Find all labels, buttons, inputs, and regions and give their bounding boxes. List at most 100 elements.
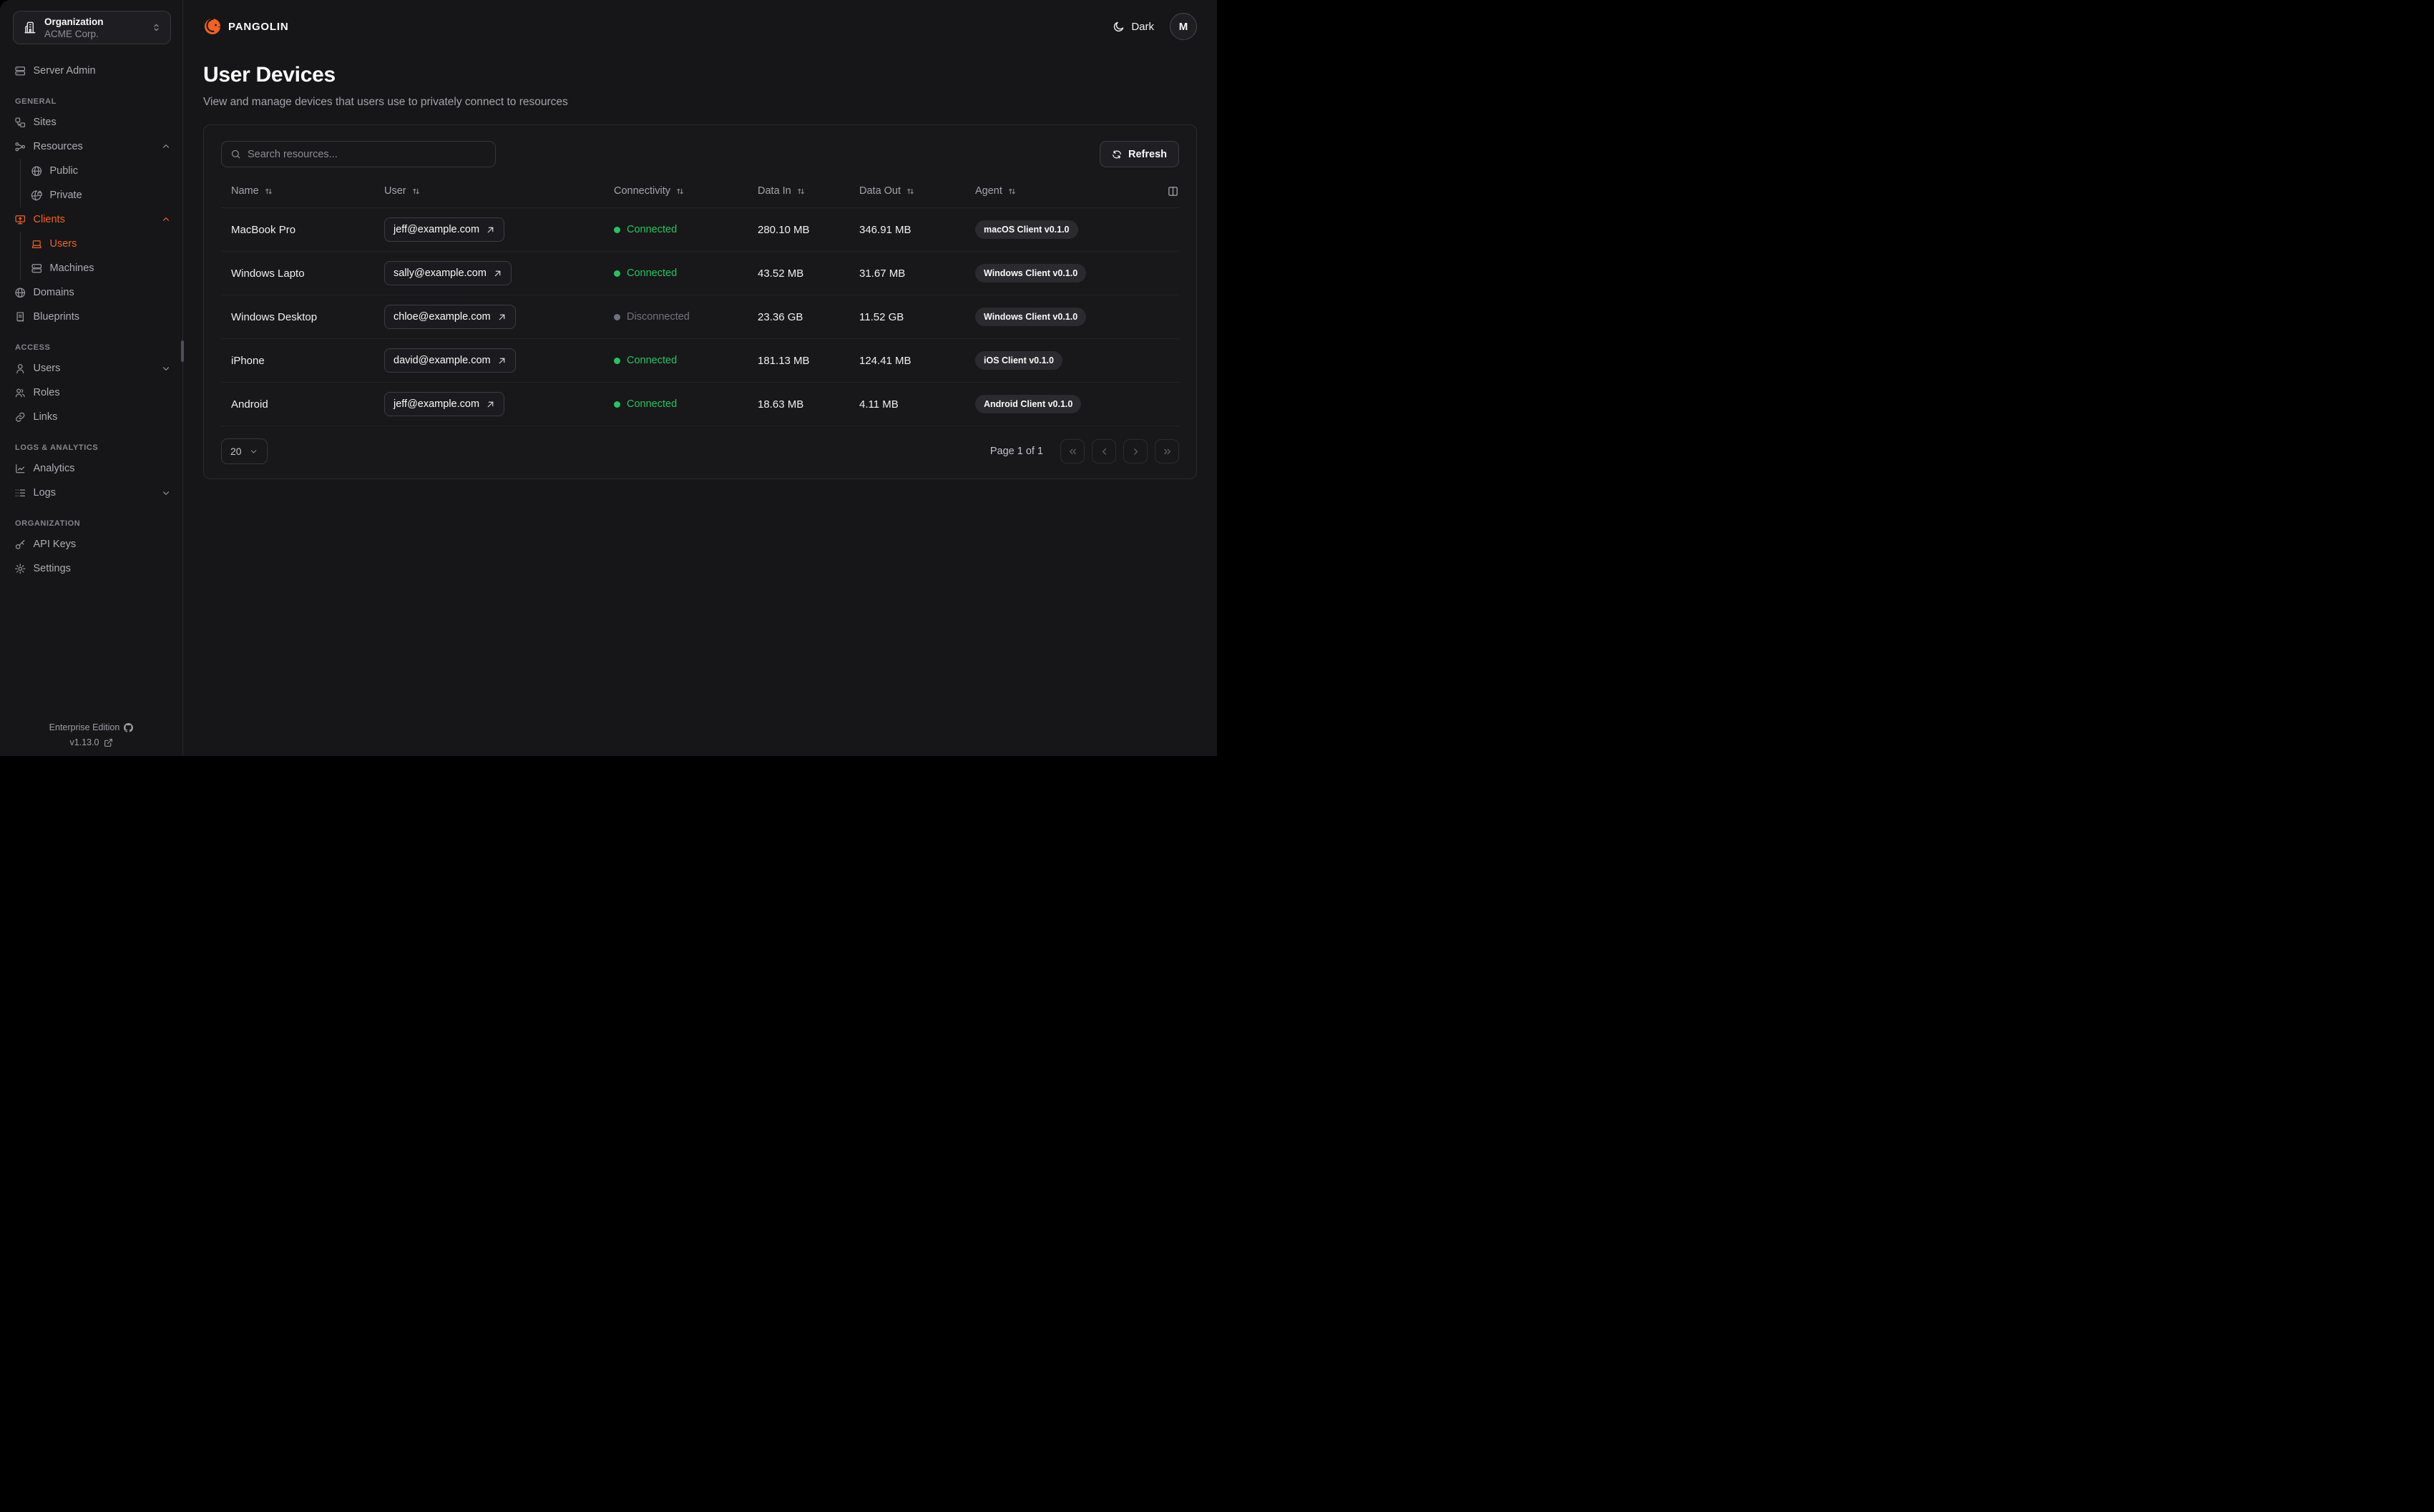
brand-name: PANGOLIN: [228, 20, 289, 33]
column-header-data-out[interactable]: Data Out: [859, 185, 975, 197]
sidebar-item-label: Users: [33, 363, 61, 374]
version-link[interactable]: v1.13.0: [69, 737, 112, 747]
sidebar-item-api-keys[interactable]: API Keys: [0, 532, 182, 556]
user-link-button[interactable]: sally@example.com: [384, 261, 512, 285]
sidebar-item-label: Resources: [33, 141, 83, 152]
page-size-select[interactable]: 20: [221, 438, 268, 464]
column-header-connectivity[interactable]: Connectivity: [614, 185, 758, 197]
edition-link[interactable]: Enterprise Edition: [49, 722, 134, 732]
sort-arrows-icon: [411, 187, 421, 196]
column-label: Connectivity: [614, 185, 670, 197]
sidebar-item-label: API Keys: [33, 539, 77, 550]
sidebar-item-label: Server Admin: [33, 65, 96, 77]
sidebar-item-label: Settings: [33, 563, 71, 574]
external-link-icon: [104, 738, 113, 747]
page-size-value: 20: [230, 446, 242, 457]
column-settings-button[interactable]: [1167, 185, 1179, 197]
sidebar-item-users[interactable]: Users: [0, 356, 182, 381]
sidebar-item-settings[interactable]: Settings: [0, 556, 182, 581]
connectivity-status: Connected: [614, 224, 758, 235]
page-subtitle: View and manage devices that users use t…: [203, 96, 568, 108]
chart-line-icon: [14, 463, 26, 475]
section-label-logs-analytics: LOGS & ANALYTICS: [15, 443, 99, 452]
avatar[interactable]: M: [1170, 13, 1197, 40]
next-page-button[interactable]: [1123, 439, 1148, 463]
sidebar-item-domains[interactable]: Domains: [0, 280, 182, 305]
chevron-right-icon: [1133, 448, 1138, 455]
sidebar-item-machines[interactable]: Machines: [21, 256, 182, 280]
sidebar-item-roles[interactable]: Roles: [0, 381, 182, 405]
device-name: MacBook Pro: [231, 223, 296, 236]
user-link-button[interactable]: chloe@example.com: [384, 305, 516, 329]
first-page-button[interactable]: [1060, 439, 1085, 463]
data-out-value: 346.91 MB: [859, 223, 911, 236]
refresh-label: Refresh: [1128, 148, 1167, 160]
user-link-button[interactable]: jeff@example.com: [384, 217, 505, 242]
theme-toggle[interactable]: Dark: [1113, 21, 1154, 33]
data-out-value: 4.11 MB: [859, 398, 899, 411]
building-icon: [23, 21, 36, 34]
search-icon: [230, 149, 241, 159]
page-status: Page 1 of 1: [989, 446, 1043, 457]
previous-page-button[interactable]: [1092, 439, 1116, 463]
sidebar-item-analytics[interactable]: Analytics: [0, 456, 182, 481]
column-header-agent[interactable]: Agent: [975, 185, 1158, 197]
sort-arrows-icon: [1007, 187, 1017, 196]
sidebar-item-blueprints[interactable]: Blueprints: [0, 305, 182, 329]
data-out-value: 31.67 MB: [859, 267, 906, 280]
sidebar-item-label: Analytics: [33, 463, 75, 474]
chevron-up-icon: [161, 142, 171, 152]
sort-arrows-icon: [796, 187, 806, 196]
table-row: Windows Desktop chloe@example.com Discon…: [221, 295, 1179, 339]
sidebar-item-label: Links: [33, 411, 58, 423]
device-name: Windows Lapto: [231, 267, 305, 280]
refresh-button[interactable]: Refresh: [1100, 141, 1179, 167]
sidebar-item-label: Roles: [33, 387, 60, 398]
org-selector[interactable]: Organization ACME Corp.: [13, 11, 171, 44]
arrow-up-right-icon: [497, 313, 507, 322]
sidebar-item-sites[interactable]: Sites: [0, 110, 182, 134]
status-label: Connected: [627, 398, 678, 410]
pagination: Page 1 of 1: [990, 439, 1179, 463]
user-link-button[interactable]: jeff@example.com: [384, 392, 505, 416]
last-page-button[interactable]: [1155, 439, 1179, 463]
sidebar-item-clients[interactable]: Clients: [0, 207, 182, 232]
user-email: jeff@example.com: [394, 224, 480, 235]
agent-badge: iOS Client v0.1.0: [975, 351, 1062, 370]
user-link-button[interactable]: david@example.com: [384, 348, 516, 373]
sidebar-item-resources[interactable]: Resources: [0, 134, 182, 159]
sort-arrows-icon: [675, 187, 685, 196]
search-input[interactable]: [248, 148, 487, 160]
column-label: Data Out: [859, 185, 901, 197]
chevrons-up-down-icon: [151, 22, 162, 33]
chevrons-right-icon: [1163, 448, 1170, 454]
sidebar-item-label: Private: [49, 190, 82, 201]
sidebar-resize-handle[interactable]: [181, 340, 184, 362]
device-name: iPhone: [231, 354, 265, 367]
sidebar-item-public[interactable]: Public: [21, 159, 182, 183]
column-label: Name: [231, 185, 259, 197]
arrow-up-right-icon: [486, 400, 495, 409]
chevron-down-icon: [161, 363, 171, 373]
page-title: User Devices: [203, 63, 336, 87]
column-header-user[interactable]: User: [384, 185, 614, 197]
sidebar-item-server-admin[interactable]: Server Admin: [0, 59, 182, 83]
sidebar-item-logs[interactable]: Logs: [0, 481, 182, 505]
section-label-organization: ORGANIZATION: [15, 519, 81, 528]
sidebar-item-links[interactable]: Links: [0, 405, 182, 429]
sidebar: Organization ACME Corp. Server Admin GEN…: [0, 0, 184, 756]
sidebar-item-private[interactable]: Private: [21, 183, 182, 207]
table-row: MacBook Pro jeff@example.com Connected 2…: [221, 208, 1179, 252]
sidebar-item-label: Clients: [33, 214, 65, 225]
status-label: Connected: [627, 355, 678, 366]
user-email: chloe@example.com: [394, 311, 491, 323]
sidebar-item-client-users[interactable]: Users: [21, 232, 182, 256]
chevron-left-icon: [1102, 448, 1106, 455]
globe-icon: [14, 287, 26, 299]
data-in-value: 181.13 MB: [758, 354, 810, 367]
column-header-data-in[interactable]: Data In: [758, 185, 859, 197]
column-header-name[interactable]: Name: [231, 185, 384, 197]
brand[interactable]: PANGOLIN: [203, 17, 288, 36]
share-nodes-icon: [14, 141, 26, 153]
sort-arrows-icon: [264, 187, 273, 196]
